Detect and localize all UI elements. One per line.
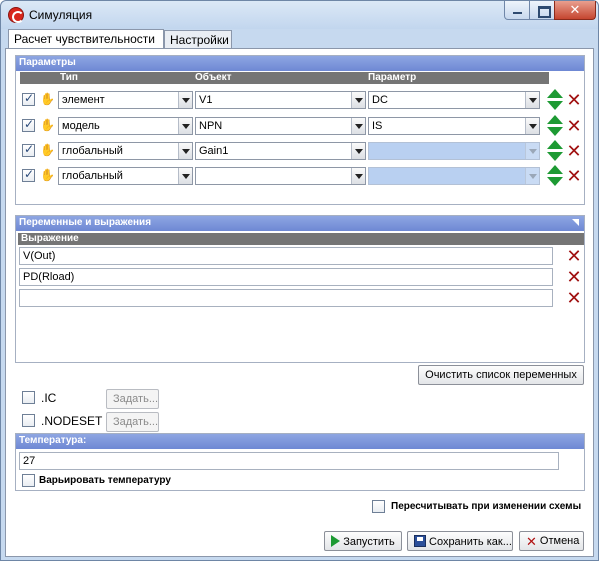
move-up-down-icon[interactable]	[547, 140, 563, 162]
minimize-button[interactable]	[504, 1, 530, 20]
run-button-label: Запустить	[343, 536, 395, 548]
move-up-down-icon[interactable]	[547, 165, 563, 187]
object-select[interactable]	[195, 167, 366, 185]
close-icon: ✕	[569, 2, 581, 17]
type-select[interactable]: модель	[58, 117, 193, 135]
parameter-select[interactable]: IS	[368, 117, 540, 135]
nodeset-set-button[interactable]: Задать...	[106, 412, 159, 432]
delete-expression-icon[interactable]: ✕	[566, 268, 582, 286]
maximize-button[interactable]	[529, 1, 555, 20]
chevron-down-icon	[351, 143, 365, 159]
ic-set-button[interactable]: Задать...	[106, 389, 159, 409]
recalc-checkbox[interactable]	[372, 500, 385, 513]
tab-label: Расчет чувствительности	[14, 32, 155, 46]
delete-row-icon[interactable]: ✕	[566, 117, 582, 135]
object-select[interactable]: V1	[195, 91, 366, 109]
delete-row-icon[interactable]: ✕	[566, 91, 582, 109]
object-select[interactable]: NPN	[195, 117, 366, 135]
temperature-header: Температура:	[16, 434, 584, 449]
column-expression: Выражение	[21, 233, 79, 244]
chevron-down-icon	[525, 168, 539, 184]
column-type: Тип	[60, 72, 78, 83]
title-bar[interactable]: Симуляция ✕	[1, 1, 598, 29]
expression-input[interactable]: PD(Rload)	[19, 268, 553, 286]
object-value: V1	[199, 94, 213, 106]
delete-expression-icon[interactable]: ✕	[566, 289, 582, 307]
play-icon	[331, 535, 341, 547]
ic-label: .IC	[41, 391, 57, 405]
parameters-column-header: Тип Объект Параметр	[20, 72, 549, 84]
tab-label: Настройки	[170, 33, 229, 47]
chevron-down-icon	[178, 143, 192, 159]
column-object: Объект	[195, 72, 232, 83]
chevron-down-icon	[351, 118, 365, 134]
vary-temperature-label: Варьировать температуру	[39, 475, 171, 486]
ic-checkbox[interactable]	[22, 391, 35, 404]
app-logo-icon	[8, 7, 24, 23]
chevron-down-icon	[525, 92, 539, 108]
save-as-label: Сохранить как...	[429, 536, 512, 548]
parameters-header: Параметры	[16, 56, 584, 71]
type-select[interactable]: элемент	[58, 91, 193, 109]
hand-icon[interactable]: ✋	[40, 143, 55, 157]
delete-row-icon[interactable]: ✕	[566, 142, 582, 160]
save-icon	[414, 535, 426, 547]
tab-sensitivity[interactable]: Расчет чувствительности	[8, 29, 164, 48]
chevron-down-icon	[525, 118, 539, 134]
cancel-icon: ✕	[526, 534, 537, 549]
chevron-down-icon	[178, 92, 192, 108]
type-value: элемент	[62, 94, 105, 106]
parameter-select[interactable]	[368, 167, 540, 185]
type-value: модель	[62, 120, 100, 132]
variables-header: Переменные и выражения	[16, 216, 584, 231]
type-value: глобальный	[62, 170, 123, 182]
tab-settings[interactable]: Настройки	[164, 30, 232, 48]
chevron-down-icon	[351, 92, 365, 108]
recalc-label: Пересчитывать при изменении схемы	[391, 501, 582, 512]
param-row-checkbox[interactable]	[22, 142, 35, 157]
window-title: Симуляция	[29, 8, 93, 22]
parameter-value: DC	[372, 94, 388, 106]
chevron-down-icon	[351, 168, 365, 184]
hand-icon[interactable]: ✋	[40, 118, 55, 132]
type-select[interactable]: глобальный	[58, 142, 193, 160]
cancel-label: Отмена	[539, 535, 580, 547]
move-up-down-icon[interactable]	[547, 89, 563, 111]
param-row-checkbox[interactable]	[22, 91, 35, 106]
nodeset-label: .NODESET	[41, 414, 103, 428]
chevron-down-icon	[525, 143, 539, 159]
expression-input[interactable]	[19, 289, 553, 307]
clear-variables-button[interactable]: Очистить список переменных	[418, 365, 584, 385]
chevron-down-icon	[178, 168, 192, 184]
collapse-icon[interactable]	[572, 219, 579, 226]
expression-column-header: Выражение	[18, 233, 584, 245]
move-up-down-icon[interactable]	[547, 115, 563, 137]
simulation-dialog: Симуляция ✕ Расчет чувствительности Наст…	[0, 0, 599, 561]
nodeset-checkbox[interactable]	[22, 414, 35, 427]
object-select[interactable]: Gain1	[195, 142, 366, 160]
param-row-checkbox[interactable]	[22, 167, 35, 182]
column-parameter: Параметр	[368, 72, 417, 83]
object-value: Gain1	[199, 145, 229, 157]
temperature-input[interactable]: 27	[19, 452, 559, 470]
save-as-button[interactable]: Сохранить как...	[407, 531, 513, 551]
vary-temperature-checkbox[interactable]	[22, 474, 35, 487]
parameter-value: IS	[372, 120, 383, 132]
delete-row-icon[interactable]: ✕	[566, 167, 582, 185]
type-value: глобальный	[62, 145, 123, 157]
hand-icon[interactable]: ✋	[40, 168, 55, 182]
expression-input[interactable]: V(Out)	[19, 247, 553, 265]
param-row-checkbox[interactable]	[22, 117, 35, 132]
hand-icon[interactable]: ✋	[40, 92, 55, 106]
run-button[interactable]: Запустить	[324, 531, 402, 551]
object-value: NPN	[199, 120, 223, 132]
chevron-down-icon	[178, 118, 192, 134]
parameter-select[interactable]: DC	[368, 91, 540, 109]
close-window-button[interactable]: ✕	[554, 1, 596, 20]
cancel-button[interactable]: ✕ Отмена	[519, 531, 584, 551]
delete-expression-icon[interactable]: ✕	[566, 247, 582, 265]
parameter-select[interactable]	[368, 142, 540, 160]
type-select[interactable]: глобальный	[58, 167, 193, 185]
